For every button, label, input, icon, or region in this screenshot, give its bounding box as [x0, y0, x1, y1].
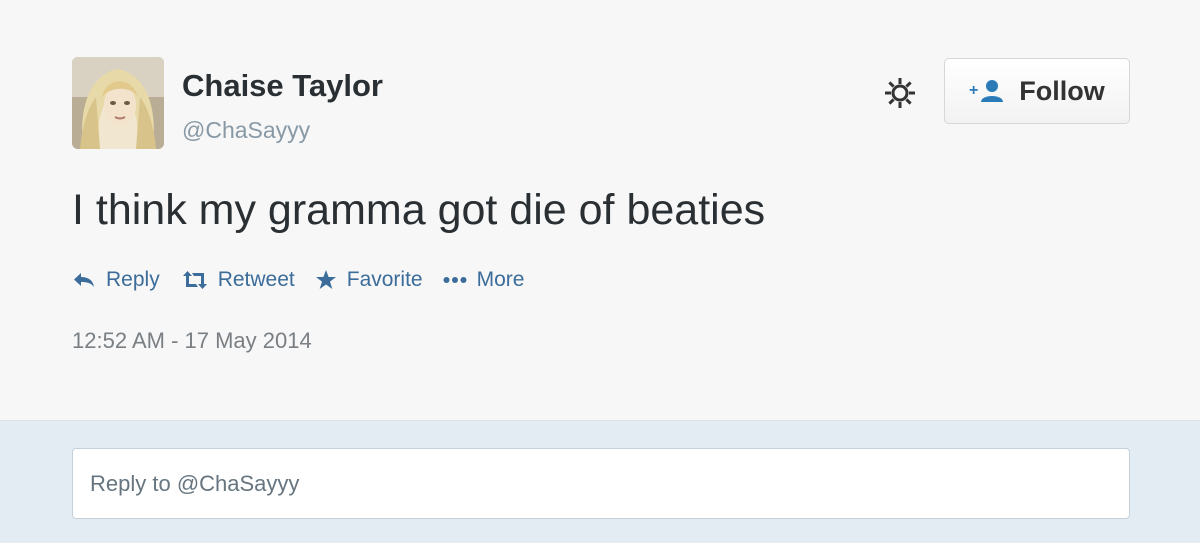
ellipsis-icon — [443, 277, 467, 283]
follow-label: Follow — [1019, 75, 1105, 106]
follow-button[interactable]: + Follow — [944, 58, 1130, 124]
tweet-card: Chaise Taylor @ChaSayyy + Follow I think… — [0, 0, 1200, 421]
reply-button[interactable]: Reply — [72, 268, 160, 292]
favorite-label: Favorite — [346, 268, 423, 291]
profile-photo-icon — [72, 57, 164, 149]
gear-icon[interactable] — [882, 75, 918, 111]
author-name[interactable]: Chaise Taylor — [182, 68, 383, 104]
tweet-actions: Reply Retweet Favorite More — [72, 268, 524, 292]
retweet-label: Retweet — [217, 268, 295, 291]
more-button[interactable]: More — [443, 268, 525, 292]
more-label: More — [476, 268, 525, 291]
favorite-button[interactable]: Favorite — [315, 268, 423, 292]
avatar[interactable] — [72, 57, 164, 149]
tweet-text: I think my gramma got die of beaties — [72, 186, 766, 234]
retweet-button[interactable]: Retweet — [182, 268, 295, 292]
star-icon — [315, 270, 336, 289]
add-user-icon: + — [969, 80, 1004, 102]
reply-input[interactable] — [72, 448, 1130, 519]
tweet-timestamp[interactable]: 12:52 AM - 17 May 2014 — [72, 328, 312, 354]
author-handle[interactable]: @ChaSayyy — [182, 116, 310, 144]
retweet-icon — [182, 271, 207, 289]
svg-text:+: + — [969, 82, 978, 99]
reply-label: Reply — [106, 268, 160, 291]
reply-arrow-icon — [74, 273, 94, 287]
